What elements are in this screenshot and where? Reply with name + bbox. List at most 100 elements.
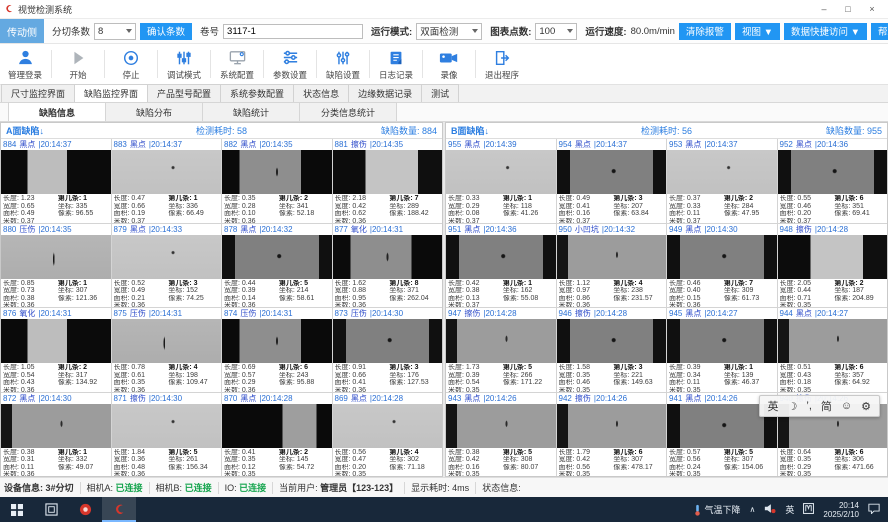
metric-width: 宽度: 0.47 [335, 456, 390, 464]
main-tab-1[interactable]: 尺寸监控界面 [1, 84, 75, 102]
confirm-count-button[interactable]: 确认条数 [140, 23, 192, 40]
metric-strip: 第几条: 3 [613, 364, 664, 372]
defect-image [112, 404, 222, 448]
start-button[interactable] [0, 497, 34, 522]
minimize-button[interactable]: – [812, 1, 836, 17]
sub-tab-1[interactable]: 缺陷信息 [8, 102, 106, 121]
metric-length: 长度: 1.58 [559, 364, 614, 372]
action-params[interactable]: 参数设置 [267, 48, 313, 81]
inspection-app-taskbar-icon[interactable] [102, 497, 136, 522]
main-tab-6[interactable]: 边缘数据记录 [348, 84, 422, 102]
ime-lang-button[interactable]: 英 [768, 398, 779, 414]
defect-image [222, 235, 332, 279]
defect-cell[interactable]: 950小凹坑|20:14:32长度: 1.12宽度: 0.97面积: 0.86米… [557, 224, 667, 308]
defect-cell[interactable]: 878黑点|20:14:32长度: 0.44宽度: 0.39面积: 0.14米数… [222, 224, 332, 308]
maximize-button[interactable]: □ [836, 1, 860, 17]
title-bar: 视觉检测系统 – □ × [0, 0, 888, 19]
main-tab-7[interactable]: 测试 [421, 84, 459, 102]
notification-center-icon[interactable] [868, 503, 880, 516]
defect-cell[interactable]: 955黑点|20:14:39长度: 0.33宽度: 0.29面积: 0.08米数… [446, 139, 556, 223]
metrics-left: 长度: 0.91宽度: 0.66面积: 0.41米数: 0.36 [335, 364, 390, 392]
action-defect-settings[interactable]: 缺陷设置 [320, 48, 366, 81]
view-menu-button[interactable]: 视图 ▼ [735, 23, 780, 40]
defect-cell-header: 951黑点|20:14:36 [446, 224, 556, 235]
defect-cell[interactable]: 871擦伤|20:14:30长度: 1.84宽度: 0.36面积: 0.48米数… [112, 393, 222, 477]
defect-cell[interactable]: 880压伤|20:14:35长度: 0.85宽度: 0.73面积: 0.38米数… [1, 224, 111, 308]
defect-cell[interactable]: 877氧化|20:14:31长度: 1.62宽度: 0.88面积: 0.95米数… [333, 224, 443, 308]
main-tab-4[interactable]: 系统参数配置 [220, 84, 294, 102]
metric-area: 面积: 0.29 [780, 464, 835, 472]
metric-pixels: 像素: 64.92 [834, 379, 885, 387]
defect-cell[interactable]: 952黑点|20:14:36长度: 0.55宽度: 0.46面积: 0.20米数… [778, 139, 888, 223]
data-quick-access-menu-button[interactable]: 数据快捷访问 ▼ [784, 23, 867, 40]
defect-cell[interactable]: 882黑点|20:14:35长度: 0.35宽度: 0.28面积: 0.10米数… [222, 139, 332, 223]
ime-mode-icon[interactable] [803, 503, 814, 516]
defect-cell[interactable]: 948擦伤|20:14:28长度: 2.05宽度: 0.44面积: 0.71米数… [778, 224, 888, 308]
status-value: 3#分切 [43, 483, 74, 493]
action-camera[interactable]: 录像 [426, 48, 472, 81]
ime-punct-button[interactable]: ’, [806, 400, 812, 412]
defect-cell[interactable]: 869黑点|20:14:28长度: 0.56宽度: 0.47面积: 0.20米数… [333, 393, 443, 477]
defect-cell[interactable]: 943黑点|20:14:26长度: 0.38宽度: 0.42面积: 0.16米数… [446, 393, 556, 477]
side-left-tag[interactable]: 传动侧 [0, 19, 44, 43]
defect-cell[interactable]: 870黑点|20:14:28长度: 0.41宽度: 0.35面积: 0.12米数… [222, 393, 332, 477]
defect-cell[interactable]: 947擦伤|20:14:28长度: 1.73宽度: 0.39面积: 0.54米数… [446, 308, 556, 392]
defect-cell[interactable]: 949黑点|20:14:30长度: 0.46宽度: 0.40面积: 0.15米数… [667, 224, 777, 308]
ime-settings-gear-icon[interactable]: ⚙ [861, 400, 871, 413]
volume-icon[interactable] [764, 503, 776, 516]
action-play[interactable]: 开始 [55, 48, 101, 81]
metric-pixels: 像素: 231.57 [613, 295, 664, 303]
camera-icon [439, 48, 459, 68]
defect-cell[interactable]: 942擦伤|20:14:26长度: 1.79宽度: 0.42面积: 0.56米数… [557, 393, 667, 477]
slit-count-label: 分切条数 [52, 24, 90, 38]
defect-cell[interactable]: 946擦伤|20:14:28长度: 1.58宽度: 0.35面积: 0.46米数… [557, 308, 667, 392]
defect-id: 872 [3, 394, 16, 403]
chart-points-select[interactable]: 100 [535, 23, 577, 40]
defect-cell[interactable]: 876氧化|20:14:31长度: 1.05宽度: 0.54面积: 0.43米数… [1, 308, 111, 392]
sub-tab-3[interactable]: 缺陷统计 [202, 102, 300, 121]
action-debug[interactable]: 调试模式 [161, 48, 207, 81]
defect-cell[interactable]: 883黑点|20:14:37长度: 0.47宽度: 0.66面积: 0.19米数… [112, 139, 222, 223]
action-stop[interactable]: 停止 [108, 48, 154, 81]
defect-cell[interactable]: 951黑点|20:14:36长度: 0.42宽度: 0.38面积: 0.13米数… [446, 224, 556, 308]
run-mode-select[interactable]: 双面检测 [416, 23, 482, 40]
help-menu-button[interactable]: 帮助 ▼ [871, 23, 888, 40]
roll-number-input[interactable] [223, 24, 363, 39]
defect-cell[interactable]: 945黑点|20:14:27长度: 0.39宽度: 0.34面积: 0.11米数… [667, 308, 777, 392]
defect-cell[interactable]: 875压伤|20:14:31长度: 0.78宽度: 0.61面积: 0.35米数… [112, 308, 222, 392]
defect-cell[interactable]: 953黑点|20:14:37长度: 0.37宽度: 0.33面积: 0.11米数… [667, 139, 777, 223]
defect-cell[interactable]: 954黑点|20:14:37长度: 0.49宽度: 0.41面积: 0.16米数… [557, 139, 667, 223]
slit-count-select[interactable]: 8 [94, 23, 136, 40]
defect-cell[interactable]: 884黑点|20:14:37长度: 1.23宽度: 0.65面积: 0.49米数… [1, 139, 111, 223]
defect-cell[interactable]: 944黑点|20:14:27长度: 0.51宽度: 0.43面积: 0.18米数… [778, 308, 888, 392]
action-monitor[interactable]: 系统配置 [214, 48, 260, 81]
taskbar-clock[interactable]: 20:14 2025/2/10 [823, 501, 859, 519]
sub-tab-2[interactable]: 缺陷分布 [105, 102, 203, 121]
defect-cell[interactable]: 879黑点|20:14:33长度: 0.52宽度: 0.49面积: 0.21米数… [112, 224, 222, 308]
debug-icon [175, 48, 193, 68]
weather-tray-item[interactable]: 气温下降 [694, 503, 741, 516]
main-tab-2[interactable]: 缺陷监控界面 [74, 84, 148, 102]
browser-taskbar-icon[interactable] [68, 497, 102, 522]
defect-cell[interactable]: 872黑点|20:14:30长度: 0.38宽度: 0.31面积: 0.11米数… [1, 393, 111, 477]
task-view-button[interactable] [34, 497, 68, 522]
clear-alarm-button[interactable]: 清除报警 [679, 23, 731, 40]
main-tab-5[interactable]: 状态信息 [293, 84, 349, 102]
ime-moon-icon[interactable]: ☽ [788, 400, 798, 413]
close-button[interactable]: × [860, 1, 884, 17]
defect-cell[interactable]: 874压伤|20:14:31长度: 0.69宽度: 0.57面积: 0.29米数… [222, 308, 332, 392]
main-tab-3[interactable]: 产品型号配置 [147, 84, 221, 102]
ime-emoji-icon[interactable]: ☺ [841, 400, 852, 412]
status-segment: 状态信息: [482, 481, 521, 494]
defect-cell[interactable]: 873压伤|20:14:30长度: 0.91宽度: 0.66面积: 0.41米数… [333, 308, 443, 392]
action-exit[interactable]: 退出程序 [479, 48, 525, 81]
tray-expand-chevron[interactable]: ∧ [750, 505, 756, 514]
action-user[interactable]: 管理登录 [2, 48, 48, 81]
sub-tab-4[interactable]: 分类信息统计 [299, 102, 397, 121]
action-log[interactable]: 日志记录 [373, 48, 419, 81]
defect-cell[interactable]: 881擦伤|20:14:35长度: 2.18宽度: 0.42面积: 0.62米数… [333, 139, 443, 223]
ime-simplified-button[interactable]: 简 [821, 398, 832, 414]
ime-language-indicator[interactable]: 英 [785, 503, 794, 516]
defect-time: |20:14:37 [704, 140, 737, 149]
defect-cell-header: 884黑点|20:14:37 [1, 139, 111, 150]
